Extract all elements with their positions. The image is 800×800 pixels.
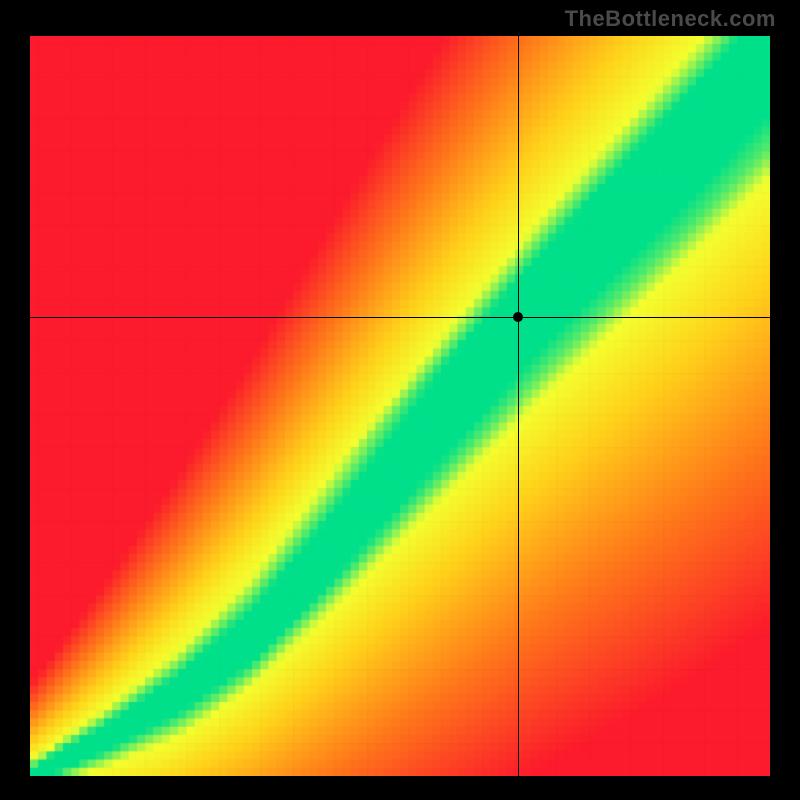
chart-frame: TheBottleneck.com [0,0,800,800]
watermark-text: TheBottleneck.com [565,6,776,32]
crosshair-horizontal [30,317,770,318]
heatmap-plot [30,36,770,776]
crosshair-vertical [518,36,519,776]
marker-dot [513,312,523,322]
heatmap-canvas [30,36,770,776]
